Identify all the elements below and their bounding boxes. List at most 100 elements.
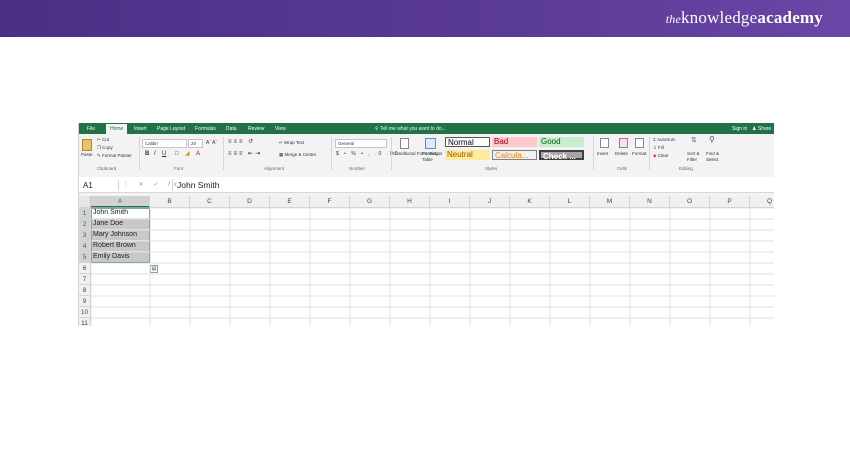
cut-button[interactable]: ✂ Cut: [97, 137, 109, 143]
style-good[interactable]: Good: [539, 137, 584, 147]
select-all-corner[interactable]: [79, 196, 91, 208]
paste-button[interactable]: Paste: [81, 152, 93, 158]
find-select-button[interactable]: Find & Select: [706, 151, 724, 163]
merge-center-button[interactable]: ▦ Merge & Center: [279, 152, 316, 158]
number-group-label: Number: [349, 166, 366, 171]
editing-group-label: Editing: [679, 166, 693, 171]
cell-a5[interactable]: Emily Davis: [91, 252, 150, 263]
font-name-select[interactable]: Calibri: [142, 139, 187, 148]
cell-a4[interactable]: Robert Brown: [91, 241, 150, 252]
font-grow-icon[interactable]: Aˆ Aˇ: [206, 140, 217, 146]
column-header-j[interactable]: J: [470, 196, 510, 208]
column-header-o[interactable]: O: [670, 196, 710, 208]
copy-button[interactable]: ❐ Copy: [97, 145, 113, 151]
column-header-i[interactable]: I: [430, 196, 470, 208]
autosum-button[interactable]: Σ AutoSum: [653, 137, 676, 143]
tell-me-search[interactable]: ⚲ Tell me what you want to do...: [375, 124, 446, 134]
quick-analysis-icon[interactable]: ▤: [150, 265, 158, 273]
tab-view[interactable]: View: [271, 124, 290, 134]
column-header-q[interactable]: Q: [750, 196, 774, 208]
style-bad[interactable]: Bad: [492, 137, 537, 147]
style-check[interactable]: Check ...: [539, 150, 584, 161]
style-calculation[interactable]: Calcula...: [492, 150, 537, 160]
cell-a2[interactable]: Jane Doe: [91, 219, 150, 230]
row-header-11[interactable]: 11: [79, 318, 91, 326]
sort-filter-button[interactable]: Sort & Filter: [687, 151, 705, 163]
tab-page-layout[interactable]: Page Layout: [153, 124, 189, 134]
column-header-g[interactable]: G: [350, 196, 390, 208]
column-header-h[interactable]: H: [390, 196, 430, 208]
row-header-7[interactable]: 7: [79, 274, 91, 285]
row-header-6[interactable]: 6: [79, 263, 91, 274]
column-header-b[interactable]: B: [150, 196, 190, 208]
excel-window: File Home Insert Page Layout Formulas Da…: [78, 123, 774, 326]
style-normal[interactable]: Normal: [445, 137, 490, 147]
format-painter-button[interactable]: ✎ Format Painter: [97, 153, 132, 159]
underline-button[interactable]: U: [162, 151, 166, 157]
tab-home[interactable]: Home: [106, 124, 128, 134]
format-as-table-icon: [425, 138, 436, 149]
bold-button[interactable]: B: [145, 151, 149, 157]
font-group-label: Font: [174, 166, 184, 171]
formula-input[interactable]: John Smith: [172, 179, 762, 191]
row-header-3[interactable]: 3: [79, 230, 91, 241]
align-horizontal-icons[interactable]: ≡≡≡ ⇤⇥: [228, 151, 262, 157]
name-box[interactable]: A1: [81, 180, 119, 191]
borders-icon[interactable]: □: [175, 151, 179, 157]
row-header-2[interactable]: 2: [79, 219, 91, 230]
wrap-text-button[interactable]: ↵ Wrap Text: [279, 140, 304, 146]
align-top-icons[interactable]: ≡≡≡ ↺: [228, 139, 255, 145]
separator: [139, 137, 140, 170]
column-header-m[interactable]: M: [590, 196, 630, 208]
column-header-p[interactable]: P: [710, 196, 750, 208]
share-button[interactable]: ♟ Share: [752, 124, 771, 134]
format-button[interactable]: Format: [632, 151, 646, 157]
top-banner: theknowledgeacademy: [0, 0, 850, 37]
tab-formulas[interactable]: Formulas: [191, 124, 220, 134]
conditional-formatting-icon: [400, 138, 409, 149]
format-cells-icon: [635, 138, 644, 148]
column-header-n[interactable]: N: [630, 196, 670, 208]
cells-group-label: Cells: [617, 166, 628, 171]
fill-color-icon[interactable]: ◢: [185, 151, 190, 157]
cell-a3[interactable]: Mary Johnson: [91, 230, 150, 241]
column-header-c[interactable]: C: [190, 196, 230, 208]
row-header-1[interactable]: 1: [79, 208, 91, 219]
fill-button[interactable]: ⇩ Fill: [653, 145, 664, 151]
tab-data[interactable]: Data: [222, 124, 241, 134]
font-color-icon[interactable]: A: [196, 151, 200, 157]
brand-logo: theknowledgeacademy: [665, 8, 823, 27]
tab-review[interactable]: Review: [244, 124, 268, 134]
column-header-l[interactable]: L: [550, 196, 590, 208]
column-header-k[interactable]: K: [510, 196, 550, 208]
grid-lines: [90, 207, 774, 326]
row-header-9[interactable]: 9: [79, 296, 91, 307]
cell-a1[interactable]: John Smith: [91, 208, 150, 219]
separator: [331, 137, 332, 170]
format-as-table-button[interactable]: Format as Table: [422, 151, 444, 163]
find-select-icon: ⚲: [709, 135, 715, 144]
column-header-f[interactable]: F: [310, 196, 350, 208]
row-header-8[interactable]: 8: [79, 285, 91, 296]
font-size-select[interactable]: 20: [188, 139, 203, 148]
row-header-5[interactable]: 5: [79, 252, 91, 263]
tab-insert[interactable]: Insert: [130, 124, 151, 134]
paste-icon: [82, 139, 92, 151]
row-header-10[interactable]: 10: [79, 307, 91, 318]
styles-group-label: Styles: [485, 166, 498, 171]
number-format-select[interactable]: General: [335, 139, 387, 148]
separator: [223, 137, 224, 170]
style-neutral[interactable]: Neutral: [445, 150, 490, 160]
sort-filter-icon: ⇅: [691, 137, 697, 144]
column-header-a[interactable]: A: [91, 196, 150, 208]
insert-button[interactable]: Insert: [597, 151, 608, 157]
column-header-e[interactable]: E: [270, 196, 310, 208]
alignment-label: Alignment: [264, 166, 285, 171]
delete-button[interactable]: Delete: [615, 151, 628, 157]
sign-in-link[interactable]: Sign in: [732, 124, 747, 134]
column-header-d[interactable]: D: [230, 196, 270, 208]
row-header-4[interactable]: 4: [79, 241, 91, 252]
clear-button[interactable]: ◆ Clear: [653, 153, 669, 159]
tab-file[interactable]: File: [83, 124, 99, 134]
italic-button[interactable]: I: [154, 151, 156, 157]
